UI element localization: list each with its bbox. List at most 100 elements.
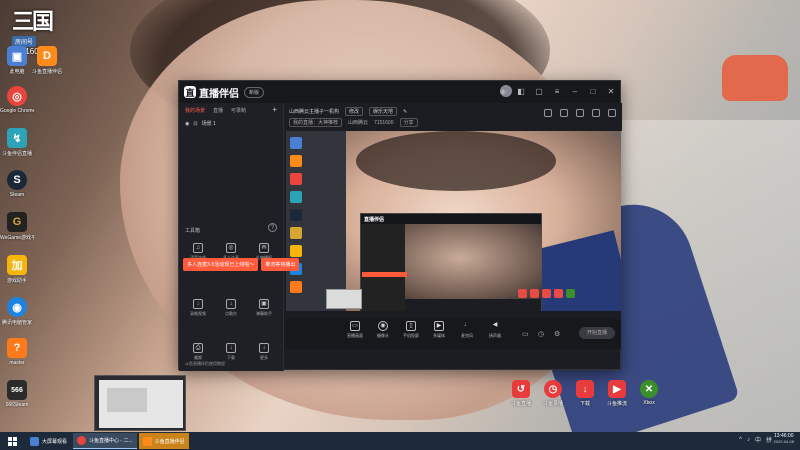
ime-mode[interactable]: 拼 — [766, 435, 772, 444]
live-app-icon: ↯ — [7, 128, 27, 148]
media-icon: ▶ — [434, 321, 444, 331]
preview-app-icons — [518, 289, 575, 298]
tool-record[interactable]: ↓ 录制视频 — [183, 299, 213, 317]
add-screen-button[interactable]: ▭ 直播画面 — [342, 319, 368, 339]
skin-icon[interactable]: ◧ — [516, 86, 526, 96]
minimize-icon[interactable]: – — [570, 86, 580, 96]
room-tag[interactable]: 我的直播：大神推荐 — [289, 118, 343, 127]
maximize-icon[interactable]: □ — [588, 86, 598, 96]
tool-label: 弹幕助手 — [256, 311, 272, 316]
camera-icon: ◉ — [378, 321, 388, 331]
live-preview[interactable]: 直播伴侣 — [286, 131, 621, 319]
eye-icon[interactable]: ◉ — [185, 121, 189, 127]
preview-taskbar — [286, 311, 621, 319]
tray-expand-icon[interactable]: ^ — [739, 437, 742, 443]
desktop-icon-label: 斗鱼录播 — [542, 401, 563, 407]
desktop-icon-tencent[interactable]: ◉ 腾讯电脑管家 — [0, 297, 34, 326]
promo-message[interactable]: 多人连麦3·5活动现已上线啦～ — [183, 258, 259, 271]
tencent-icon: ◉ — [7, 297, 27, 317]
desktop-icon-douyu-push[interactable]: ▶ 斗鱼推流 — [601, 380, 633, 407]
close-icon[interactable]: ✕ — [606, 86, 616, 96]
edit-title-button[interactable]: 修改 — [345, 107, 364, 116]
desktop-icon-label: 下载 — [579, 401, 590, 407]
menu-icon[interactable]: ≡ — [552, 86, 562, 96]
gift-icon[interactable]: ◈ — [498, 86, 508, 96]
category-select[interactable]: 娱乐天地 — [369, 107, 398, 116]
desktop-icon-live-app[interactable]: ↯ 斗鱼伴侣直播 — [0, 128, 34, 157]
tutorial-link[interactable]: 斗鱼直播伴侣使用教程 — [185, 361, 225, 367]
desktop-icon-label: Xbox — [643, 400, 655, 406]
timer-icon[interactable]: ◷ — [538, 330, 544, 338]
room-number: 7151600 — [374, 119, 394, 126]
taskbar-item-browser[interactable]: 斗鱼直播中心 - 二... — [73, 433, 137, 449]
pencil-icon[interactable]: ✎ — [403, 109, 407, 115]
taskbar-thumbnail-preview[interactable] — [94, 375, 186, 431]
desktop-icon-douyu-live[interactable]: ↺ 斗鱼直播 — [505, 380, 537, 407]
settings-gear-icon[interactable]: ⚙ — [554, 330, 560, 338]
media-button[interactable]: ▶ 多媒体 — [426, 319, 452, 339]
desktop-icon-label: Steam — [9, 192, 25, 198]
tool-beauty[interactable]: ⎙ 美颜 — [183, 343, 213, 361]
clock[interactable]: 13:46:00 2022-04-08 — [774, 433, 794, 444]
mic-button[interactable]: ♩ 麦克风 — [454, 319, 480, 339]
tool-download[interactable]: ↓ 下载 — [216, 343, 246, 361]
taskbar-item-live[interactable]: 斗鱼直播伴侣 — [138, 433, 189, 449]
chart-icon[interactable] — [576, 109, 584, 117]
lock-icon[interactable]: ⊡ — [193, 121, 197, 127]
desktop-icon-label: 此电脑 — [9, 69, 25, 75]
scene-item[interactable]: ◉ ⊡ 场景 1 — [179, 118, 283, 129]
button-label: 手机投屏 — [403, 333, 419, 338]
browser-icon — [77, 436, 87, 445]
add-scene-icon[interactable]: + — [272, 106, 277, 114]
desktop-icon-label: 斗鱼推流 — [606, 401, 627, 407]
tool-label: 录制视频 — [190, 311, 206, 316]
nested-title: 直播伴侣 — [361, 214, 541, 224]
nested-preview — [405, 224, 542, 299]
microphone-icon: ♩ — [464, 322, 470, 328]
desktop-icon-566steam[interactable]: 566 566Steam — [0, 380, 34, 408]
start-live-button[interactable]: 开始直播 — [579, 327, 615, 339]
settings-icon[interactable] — [592, 109, 600, 117]
desktop-icon-label: WeGame游戏平台 — [0, 235, 34, 241]
tool-music[interactable]: ↓ 点歌台 — [216, 299, 246, 317]
promo-status[interactable]: 推流等待播出 — [261, 258, 300, 271]
share-button[interactable]: 分享 — [399, 118, 418, 127]
desktop-icon-duo-screen[interactable]: D 斗鱼直播伴侣 — [30, 46, 64, 75]
music-icon: ↓ — [226, 299, 236, 309]
tab-live[interactable]: 直播 — [213, 107, 223, 114]
live-companion-icon — [142, 436, 152, 446]
desktop-icon-wegame[interactable]: G WeGame游戏平台 — [0, 212, 34, 241]
desktop-icon-master[interactable]: ? master — [0, 338, 34, 366]
promo-banner[interactable]: 多人连麦3·5活动现已上线啦～ 推流等待播出 — [183, 258, 342, 271]
title-bar[interactable]: 直 直播伴侣 新版 ◈ ◧ ▢ ≡ – □ ✕ — [179, 81, 620, 103]
calendar-icon[interactable] — [560, 109, 568, 117]
button-label: 摄像头 — [377, 333, 389, 338]
beauty-icon: ⎙ — [193, 343, 203, 353]
phone-cast-button[interactable]: ▯ 手机投屏 — [398, 319, 424, 339]
tab-recordable[interactable]: 可录制 — [231, 107, 246, 114]
desktop-icon-game-accel[interactable]: 加游戏助手 — [0, 255, 34, 284]
desktop-icon-xbox[interactable]: ✕ Xbox — [633, 380, 665, 406]
video-icon[interactable]: ▭ — [522, 330, 529, 338]
desktop-icon-download[interactable]: ↓ 下载 — [569, 380, 601, 407]
desktop-icon-computer[interactable]: ▣ 此电脑 — [0, 46, 34, 75]
multi-icon: ◎ — [226, 243, 236, 253]
volume-icon[interactable]: ♪ — [747, 437, 750, 443]
ime-indicator[interactable]: 中 — [755, 435, 761, 444]
message-icon[interactable]: ▢ — [534, 86, 544, 96]
desktop-icon-steam[interactable]: S Steam — [0, 170, 34, 198]
desktop-icon-douyu-record[interactable]: ◷ 斗鱼录播 — [537, 380, 569, 407]
help-icon[interactable]: ? — [268, 223, 277, 232]
start-button[interactable] — [0, 432, 24, 450]
taskbar-item-explorer[interactable]: 大屏幕观看 — [26, 433, 71, 449]
share-icon[interactable] — [608, 109, 616, 117]
desktop-icon-label: Google Chrome — [0, 108, 34, 114]
speaker-button[interactable]: ◀ 扬声器 — [482, 319, 508, 339]
tab-my-scenes[interactable]: 我的场景 — [185, 107, 205, 114]
gift-box-icon[interactable] — [544, 109, 552, 117]
desktop-icon-chrome[interactable]: ◎ Google Chrome — [0, 86, 34, 114]
live-companion-window[interactable]: 直 直播伴侣 新版 ◈ ◧ ▢ ≡ – □ ✕ 我的场景 直播 可录制 + ◉ … — [178, 80, 622, 371]
add-camera-button[interactable]: ◉ 摄像头 — [370, 319, 396, 339]
tool-effect[interactable]: ▣ 弹幕助手 — [249, 299, 279, 317]
tool-more[interactable]: ↓ 更多 — [249, 343, 279, 361]
